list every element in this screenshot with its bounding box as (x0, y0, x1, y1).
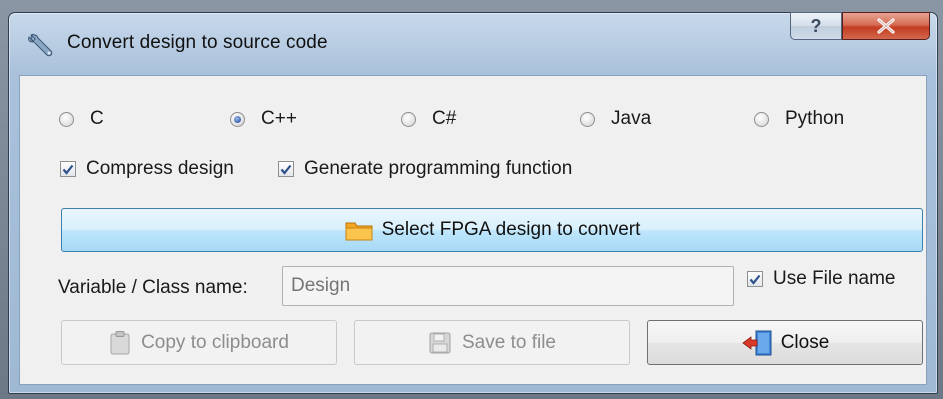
radio-csharp[interactable]: C# (401, 108, 456, 130)
radio-java-label: Java (611, 108, 652, 129)
save-to-file-button[interactable]: Save to file (354, 320, 630, 365)
save-disk-icon (429, 332, 451, 353)
checkmark-icon (280, 164, 292, 175)
checkmark-icon (62, 164, 74, 175)
compress-design-checkbox[interactable]: Compress design (60, 158, 234, 180)
radio-cpp-indicator[interactable] (230, 111, 245, 127)
wrench-icon (28, 33, 53, 57)
radio-c[interactable]: C (59, 108, 104, 130)
radio-c-indicator[interactable] (59, 111, 74, 127)
window-title: Convert design to source code (67, 32, 328, 53)
copy-to-clipboard-label: Copy to clipboard (141, 331, 289, 353)
generate-function-label: Generate programming function (304, 158, 573, 179)
copy-to-clipboard-button[interactable]: Copy to clipboard (61, 320, 337, 365)
radio-cpp[interactable]: C++ (230, 108, 297, 130)
close-button[interactable]: Close (647, 320, 923, 365)
clipboard-icon (110, 330, 130, 354)
close-icon (877, 18, 895, 34)
variable-name-input[interactable] (282, 266, 734, 306)
generate-function-checkbox[interactable]: Generate programming function (278, 158, 572, 180)
question-icon: ? (810, 15, 822, 36)
use-file-name-check[interactable] (747, 271, 763, 287)
dialog-body: C C++ C# Java Python Compress design Gen… (19, 75, 927, 385)
folder-icon (345, 222, 373, 241)
radio-java[interactable]: Java (580, 108, 651, 130)
radio-cpp-label: C++ (261, 108, 297, 129)
checkmark-icon (749, 274, 761, 285)
radio-csharp-indicator[interactable] (401, 111, 416, 127)
title-bar[interactable]: Convert design to source code ? (9, 12, 937, 75)
dialog-window: Convert design to source code ? C C++ C#… (8, 12, 938, 394)
radio-java-indicator[interactable] (580, 111, 595, 127)
select-fpga-design-button[interactable]: Select FPGA design to convert (61, 208, 923, 252)
radio-python-indicator[interactable] (754, 111, 769, 127)
close-window-button[interactable] (842, 12, 930, 40)
radio-csharp-label: C# (432, 108, 457, 129)
select-fpga-design-label: Select FPGA design to convert (381, 219, 641, 240)
generate-function-check[interactable] (278, 161, 294, 177)
use-file-name-label: Use File name (773, 268, 896, 289)
variable-name-label: Variable / Class name: (58, 277, 248, 298)
compress-design-label: Compress design (86, 158, 234, 179)
exit-door-icon (742, 330, 772, 355)
compress-design-check[interactable] (60, 161, 76, 177)
radio-c-label: C (90, 108, 104, 129)
radio-python[interactable]: Python (754, 108, 844, 130)
radio-python-label: Python (785, 108, 845, 129)
use-file-name-checkbox[interactable]: Use File name (747, 268, 896, 290)
help-button[interactable]: ? (790, 12, 842, 40)
save-to-file-label: Save to file (462, 331, 556, 353)
close-button-label: Close (780, 331, 830, 353)
